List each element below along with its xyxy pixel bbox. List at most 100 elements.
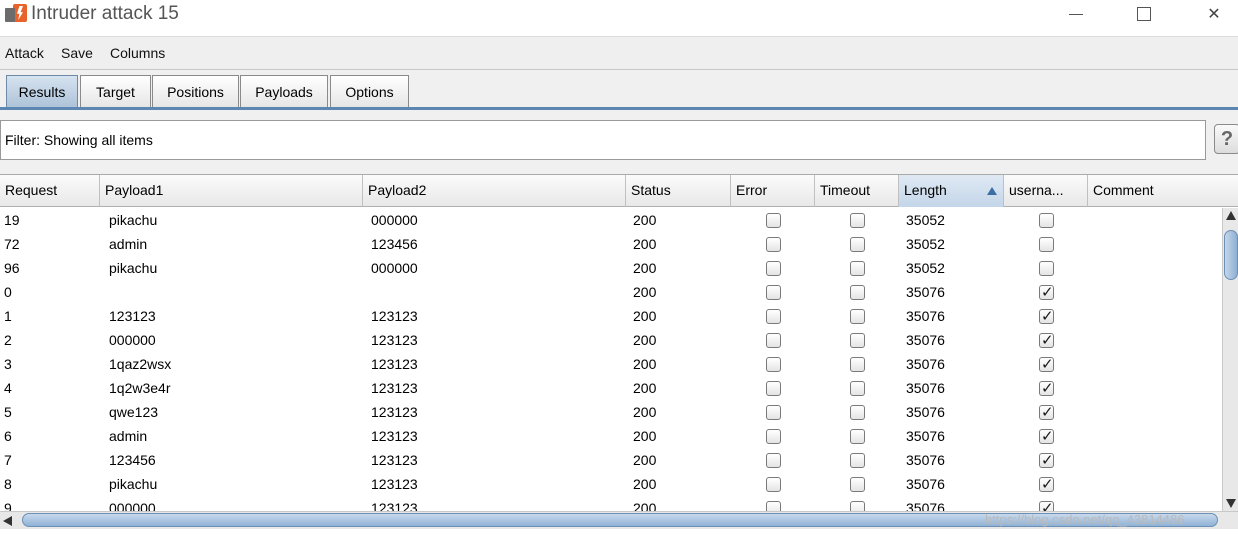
filter-bar[interactable]: Filter: Showing all items (0, 120, 1206, 160)
error-checkbox[interactable] (766, 285, 781, 300)
timeout-checkbox[interactable] (850, 285, 865, 300)
table-row[interactable]: 1 123123 123123 200 35076 (0, 304, 1222, 328)
timeout-checkbox[interactable] (850, 405, 865, 420)
error-checkbox[interactable] (766, 333, 781, 348)
column-payload1[interactable]: Payload1 (100, 175, 363, 207)
column-length-label: Length (904, 182, 947, 198)
username-checkbox[interactable] (1039, 451, 1054, 469)
table-row[interactable]: 9 000000 123123 200 35076 (0, 496, 1222, 512)
username-checkbox[interactable] (1039, 213, 1054, 228)
table-row[interactable]: 7 123456 123123 200 35076 (0, 448, 1222, 472)
timeout-checkbox[interactable] (850, 381, 865, 396)
tab-payloads[interactable]: Payloads (240, 75, 328, 107)
table-row[interactable]: 5 qwe123 123123 200 35076 (0, 400, 1222, 424)
cell-comment (1092, 376, 1096, 400)
cell-payload1: 000000 (109, 332, 156, 348)
timeout-checkbox[interactable] (850, 477, 865, 492)
username-checkbox[interactable] (1039, 283, 1054, 301)
column-comment[interactable]: Comment (1088, 175, 1238, 207)
cell-comment (1092, 400, 1096, 424)
error-checkbox[interactable] (766, 309, 781, 324)
username-checkbox[interactable] (1039, 261, 1054, 276)
cell-payload2: 123123 (371, 500, 418, 512)
error-checkbox[interactable] (766, 357, 781, 372)
column-payload2[interactable]: Payload2 (363, 175, 626, 207)
column-status[interactable]: Status (626, 175, 731, 207)
timeout-checkbox[interactable] (850, 309, 865, 324)
menu-save[interactable]: Save (61, 45, 93, 61)
cell-status: 200 (633, 404, 657, 420)
cell-status: 200 (633, 284, 657, 300)
username-checkbox[interactable] (1039, 355, 1054, 373)
cell-request: 4 (4, 380, 12, 396)
cell-request: 9 (4, 500, 12, 512)
cell-status: 200 (633, 428, 657, 444)
maximize-button[interactable] (1121, 0, 1167, 28)
filter-area: Filter: Showing all items ? (0, 110, 1238, 174)
error-checkbox[interactable] (766, 453, 781, 468)
table-row[interactable]: 2 000000 123123 200 35076 (0, 328, 1222, 352)
timeout-checkbox[interactable] (850, 429, 865, 444)
error-checkbox[interactable] (766, 429, 781, 444)
column-length[interactable]: Length (899, 175, 1004, 207)
cell-status: 200 (633, 380, 657, 396)
minimize-icon (1069, 13, 1083, 15)
table-row[interactable]: 8 pikachu 123123 200 35076 (0, 472, 1222, 496)
username-checkbox[interactable] (1039, 237, 1054, 252)
close-button[interactable]: ✕ (1191, 0, 1237, 28)
scroll-up-icon[interactable] (1226, 211, 1236, 220)
username-checkbox[interactable] (1039, 475, 1054, 493)
column-timeout[interactable]: Timeout (815, 175, 899, 207)
tab-target[interactable]: Target (80, 75, 151, 107)
table-row[interactable]: 6 admin 123123 200 35076 (0, 424, 1222, 448)
timeout-checkbox[interactable] (850, 237, 865, 252)
cell-length: 35076 (906, 476, 945, 492)
timeout-checkbox[interactable] (850, 453, 865, 468)
timeout-checkbox[interactable] (850, 333, 865, 348)
cell-length: 35076 (906, 500, 945, 512)
tab-positions[interactable]: Positions (152, 75, 239, 107)
error-checkbox[interactable] (766, 405, 781, 420)
cell-payload1: pikachu (109, 260, 158, 276)
cell-request: 3 (4, 356, 12, 372)
cell-length: 35052 (906, 212, 945, 228)
cell-length: 35076 (906, 428, 945, 444)
column-username[interactable]: userna... (1004, 175, 1088, 207)
username-checkbox[interactable] (1039, 307, 1054, 325)
error-checkbox[interactable] (766, 477, 781, 492)
tab-results[interactable]: Results (6, 75, 78, 107)
scroll-left-icon[interactable] (3, 516, 12, 526)
timeout-checkbox[interactable] (850, 213, 865, 228)
table-row[interactable]: 72 admin 123456 200 35052 (0, 232, 1222, 256)
timeout-checkbox[interactable] (850, 261, 865, 276)
minimize-button[interactable] (1053, 0, 1099, 28)
username-checkbox[interactable] (1039, 403, 1054, 421)
menu-columns[interactable]: Columns (110, 45, 165, 61)
table-row[interactable]: 19 pikachu 000000 200 35052 (0, 208, 1222, 232)
cell-request: 7 (4, 452, 12, 468)
cell-request: 8 (4, 476, 12, 492)
error-checkbox[interactable] (766, 213, 781, 228)
title-bar: Intruder attack 15 ✕ (0, 0, 1238, 32)
timeout-checkbox[interactable] (850, 357, 865, 372)
scroll-down-icon[interactable] (1226, 499, 1236, 508)
username-checkbox[interactable] (1039, 379, 1054, 397)
column-error[interactable]: Error (731, 175, 815, 207)
vertical-scrollbar[interactable] (1222, 208, 1238, 512)
error-checkbox[interactable] (766, 381, 781, 396)
username-checkbox[interactable] (1039, 427, 1054, 445)
table-row[interactable]: 3 1qaz2wsx 123123 200 35076 (0, 352, 1222, 376)
table-row[interactable]: 96 pikachu 000000 200 35052 (0, 256, 1222, 280)
column-request[interactable]: Request (0, 175, 100, 207)
help-button[interactable]: ? (1214, 124, 1238, 154)
cell-payload2: 000000 (371, 212, 418, 228)
menu-attack[interactable]: Attack (5, 45, 44, 61)
error-checkbox[interactable] (766, 237, 781, 252)
table-row[interactable]: 4 1q2w3e4r 123123 200 35076 (0, 376, 1222, 400)
username-checkbox[interactable] (1039, 331, 1054, 349)
cell-request: 1 (4, 308, 12, 324)
error-checkbox[interactable] (766, 261, 781, 276)
table-row[interactable]: 0 200 35076 (0, 280, 1222, 304)
tab-options[interactable]: Options (330, 75, 409, 107)
vertical-scroll-thumb[interactable] (1224, 230, 1238, 280)
